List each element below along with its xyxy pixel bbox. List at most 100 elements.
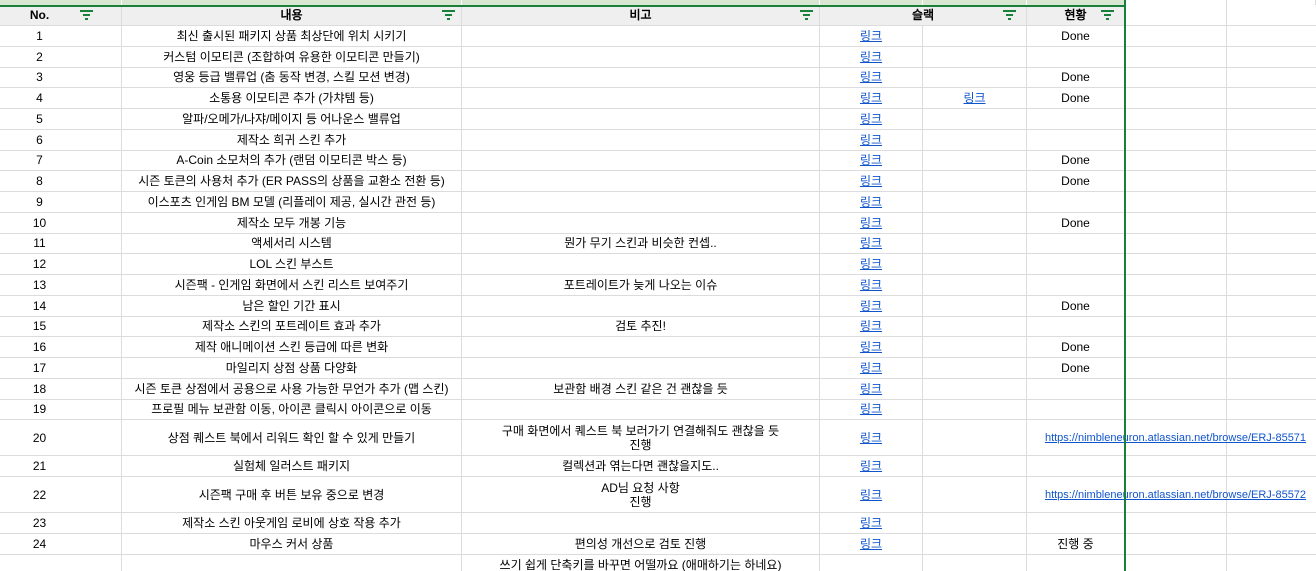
cell-content[interactable]: 상점 퀘스트 북에서 리워드 확인 할 수 있게 만들기 <box>122 420 462 457</box>
cell-slack-link-2[interactable] <box>923 233 1027 255</box>
cell-note[interactable] <box>462 150 820 172</box>
cell-note[interactable] <box>462 67 820 89</box>
cell-content[interactable]: 시즌 토큰 상점에서 공용으로 사용 가능한 무언가 추가 (맵 스킨) <box>122 378 462 400</box>
cell-slack-link-2[interactable] <box>923 420 1027 457</box>
cell-note[interactable] <box>462 192 820 213</box>
cell-content[interactable]: 영웅 등급 밸류업 (춤 동작 변경, 스킬 모션 변경) <box>122 67 462 89</box>
cell-content[interactable]: 시즌팩 구매 후 버튼 보유 중으로 변경 <box>122 477 462 513</box>
header-cell-status[interactable]: 현황 <box>1027 5 1125 26</box>
cell-blank[interactable] <box>1227 379 1316 400</box>
cell-note[interactable]: 뭔가 무기 스킨과 비슷한 컨셉.. <box>462 233 820 255</box>
cell-status[interactable] <box>1027 316 1125 338</box>
cell-no[interactable]: 12 <box>0 254 122 275</box>
ticket-url-link[interactable]: https://nimbleneuron.atlassian.net/brows… <box>1045 488 1306 502</box>
cell-slack-link-2[interactable] <box>923 477 1027 513</box>
cell-no[interactable]: 15 <box>0 316 122 338</box>
cell-slack-link[interactable]: 링크 <box>820 171 923 192</box>
cell-no[interactable]: 8 <box>0 171 122 192</box>
cell-slack-link[interactable]: 링크 <box>820 192 923 213</box>
cell-no[interactable]: 20 <box>0 420 122 457</box>
cell-blank[interactable] <box>1227 109 1316 130</box>
cell-slack-link-2[interactable] <box>923 513 1027 534</box>
cell-blank[interactable] <box>1227 130 1316 151</box>
cell-blank[interactable] <box>1227 275 1316 296</box>
cell-ticket-link[interactable] <box>1125 129 1227 151</box>
cell-no[interactable]: 1 <box>0 26 122 47</box>
cell-slack-link-2[interactable] <box>923 26 1027 47</box>
cell-slack-link[interactable]: 링크 <box>820 420 923 457</box>
cell-ticket-link[interactable] <box>1125 513 1227 534</box>
cell-no[interactable]: 18 <box>0 378 122 400</box>
cell-slack-link[interactable]: 링크 <box>820 109 923 130</box>
cell-no[interactable]: 21 <box>0 456 122 477</box>
cell-blank[interactable] <box>1227 26 1316 47</box>
slack-link[interactable]: 링크 <box>860 459 882 473</box>
cell-note[interactable] <box>462 358 820 379</box>
cell-slack-link-2[interactable] <box>923 171 1027 192</box>
cell-slack-link-2[interactable] <box>923 150 1027 172</box>
cell-no[interactable]: 19 <box>0 399 122 421</box>
cell-status[interactable]: Done <box>1027 67 1125 89</box>
cell-note[interactable] <box>462 295 820 317</box>
cell-slack-link[interactable]: 링크 <box>820 254 923 275</box>
cell-ticket-link[interactable] <box>1125 533 1227 555</box>
slack-link[interactable]: 링크 <box>860 153 882 167</box>
cell-no[interactable]: 6 <box>0 129 122 151</box>
cell-ticket-link[interactable] <box>1125 378 1227 400</box>
cell-note[interactable]: 편의성 개선으로 검토 진행 <box>462 533 820 555</box>
cell-blank[interactable] <box>1227 192 1316 213</box>
slack-link[interactable]: 링크 <box>860 29 882 43</box>
cell-note[interactable]: 구매 화면에서 퀘스트 북 보러가기 연결해줘도 괜찮을 듯 진행 <box>462 420 820 457</box>
cell-content[interactable]: 제작소 모두 개봉 기능 <box>122 212 462 234</box>
filter-icon[interactable] <box>80 10 93 20</box>
cell-note[interactable]: 쓰기 쉽게 단축키를 바꾸면 어떨까요 (애매하기는 하네요) <box>462 554 820 571</box>
cell-slack-link[interactable]: 링크 <box>820 378 923 400</box>
cell-slack-link-2[interactable] <box>923 316 1027 338</box>
slack-link[interactable]: 링크 <box>860 340 882 354</box>
header-cell-slack[interactable]: 슬랙 <box>820 5 1027 26</box>
cell-content[interactable]: 소통용 이모티콘 추가 (가챠템 등) <box>122 88 462 109</box>
slack-link[interactable]: 링크 <box>860 516 882 530</box>
header-cell-no[interactable]: No. <box>0 5 122 26</box>
cell-slack-link-2[interactable] <box>923 337 1027 358</box>
slack-link[interactable]: 링크 <box>860 299 882 313</box>
cell-content[interactable]: 액세서리 시스템 <box>122 233 462 255</box>
cell-content[interactable]: 시즌 토큰의 사용처 추가 (ER PASS의 상품을 교환소 전환 등) <box>122 171 462 192</box>
cell-blank[interactable] <box>1227 534 1316 555</box>
cell-blank[interactable] <box>1227 234 1316 255</box>
cell-ticket-link[interactable] <box>1125 46 1227 68</box>
slack-link[interactable]: 링크 <box>860 236 882 250</box>
cell-no[interactable]: 17 <box>0 358 122 379</box>
cell-no[interactable]: 16 <box>0 337 122 358</box>
cell-slack-link-2[interactable] <box>923 67 1027 89</box>
cell-status[interactable] <box>1027 46 1125 68</box>
cell-note[interactable]: AD님 요청 사항 진행 <box>462 477 820 513</box>
cell-status[interactable] <box>1027 129 1125 151</box>
cell-content[interactable]: LOL 스킨 부스트 <box>122 254 462 275</box>
cell-slack-link-2[interactable] <box>923 212 1027 234</box>
cell-ticket-link[interactable] <box>1125 358 1227 379</box>
cell-slack-link-2[interactable] <box>923 378 1027 400</box>
cell-ticket-link[interactable] <box>1125 337 1227 358</box>
slack-link[interactable]: 링크 <box>860 70 882 84</box>
slack-link[interactable]: 링크 <box>860 133 882 147</box>
cell-blank[interactable] <box>1227 68 1316 89</box>
cell-ticket-link[interactable] <box>1125 254 1227 275</box>
cell-no[interactable] <box>0 554 122 571</box>
cell-content[interactable]: 최신 출시된 패키지 상품 최상단에 위치 시키기 <box>122 26 462 47</box>
cell-blank[interactable] <box>1227 88 1316 109</box>
cell-blank[interactable] <box>1227 296 1316 317</box>
cell-ticket-link[interactable] <box>1125 316 1227 338</box>
cell-no[interactable]: 10 <box>0 212 122 234</box>
cell-blank[interactable] <box>1227 555 1316 571</box>
cell-note[interactable] <box>462 46 820 68</box>
cell-status[interactable] <box>1027 378 1125 400</box>
cell-note[interactable]: 컬렉션과 엮는다면 괜찮을지도.. <box>462 456 820 477</box>
cell-slack-link-2[interactable] <box>923 192 1027 213</box>
filter-icon[interactable] <box>1003 10 1016 20</box>
cell-status[interactable]: 진행 중 <box>1027 533 1125 555</box>
cell-content[interactable]: 시즌팩 - 인게임 화면에서 스킨 리스트 보여주기 <box>122 275 462 296</box>
cell-content[interactable]: 제작소 스킨 아웃게임 로비에 상호 작용 추가 <box>122 513 462 534</box>
cell-slack-link-2[interactable] <box>923 46 1027 68</box>
cell-status[interactable] <box>1027 554 1125 571</box>
